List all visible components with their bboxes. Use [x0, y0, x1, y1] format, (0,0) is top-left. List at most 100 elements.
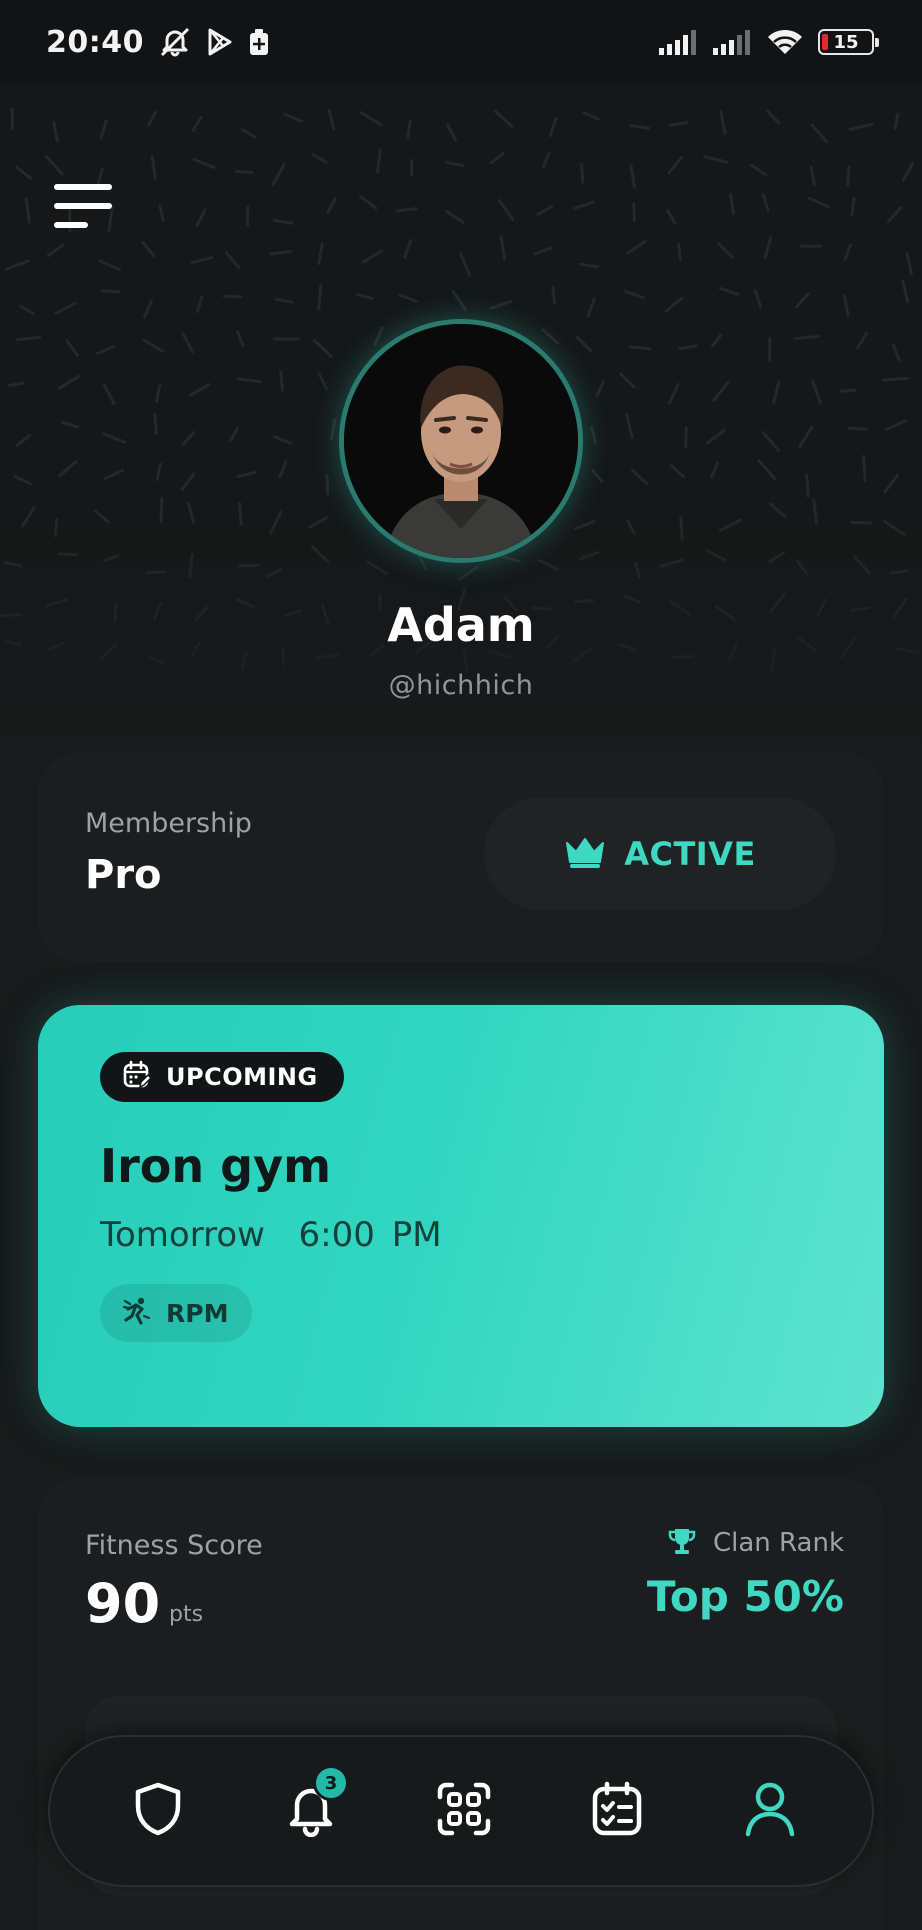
- pattern-dash: [551, 285, 557, 305]
- pattern-dash: [398, 293, 418, 303]
- pattern-dash: [269, 250, 293, 256]
- pattern-dash: [141, 241, 156, 258]
- pattern-dash: [278, 460, 288, 479]
- menu-icon-line: [54, 184, 112, 190]
- pattern-dash: [158, 204, 165, 222]
- fitness-score-label: Fitness Score: [85, 1530, 263, 1561]
- pattern-dash: [150, 154, 157, 181]
- pattern-dash: [809, 165, 816, 187]
- membership-status-button[interactable]: ACTIVE: [484, 798, 836, 910]
- nav-item-shield[interactable]: [126, 1779, 190, 1843]
- pattern-dash: [629, 164, 636, 189]
- pattern-dash: [703, 155, 729, 164]
- pattern-dash: [273, 218, 294, 225]
- pattern-dash: [541, 151, 551, 169]
- pattern-dash: [493, 109, 514, 129]
- pattern-dash: [499, 235, 507, 261]
- pattern-dash: [684, 426, 688, 448]
- pattern-dash: [591, 468, 604, 483]
- status-bar: 20:40 15: [0, 0, 922, 84]
- pattern-dash: [395, 207, 418, 213]
- pattern-dash: [666, 209, 677, 225]
- pattern-dash: [669, 464, 686, 479]
- pattern-dash: [677, 242, 683, 262]
- bottom-navigation: 3: [48, 1735, 874, 1887]
- pattern-dash: [65, 339, 79, 357]
- pattern-dash: [146, 110, 157, 127]
- pattern-dash: [355, 293, 374, 301]
- pattern-dash: [52, 120, 59, 143]
- clan-rank-label-row: Clan Rank: [667, 1526, 844, 1560]
- pattern-dash: [729, 192, 735, 216]
- pattern-dash: [236, 330, 245, 348]
- pattern-dash: [361, 249, 384, 264]
- pattern-dash: [95, 344, 116, 355]
- nav-item-scan[interactable]: [432, 1779, 496, 1843]
- wifi-icon: [766, 28, 804, 56]
- pattern-dash: [13, 475, 33, 486]
- pattern-dash: [180, 472, 196, 491]
- pattern-dash: [317, 372, 328, 391]
- pattern-dash: [706, 428, 726, 445]
- avatar[interactable]: [339, 319, 583, 563]
- pattern-dash: [325, 474, 330, 496]
- clan-rank-value: Top 50%: [646, 1572, 844, 1621]
- status-time: 20:40: [46, 24, 144, 60]
- shield-icon: [132, 1781, 184, 1841]
- pattern-dash: [19, 304, 35, 315]
- upcoming-badge-label: UPCOMING: [166, 1063, 318, 1091]
- pattern-dash: [236, 470, 257, 479]
- pattern-dash: [668, 382, 680, 405]
- upcoming-session-card[interactable]: UPCOMING Iron gym Tomorrow 6:00 PM RPM: [38, 1005, 884, 1427]
- pattern-dash: [843, 243, 853, 261]
- event-class-label: RPM: [166, 1298, 229, 1328]
- pattern-dash: [317, 283, 323, 311]
- pattern-dash: [406, 119, 412, 140]
- calendar-edit-icon: [122, 1060, 153, 1094]
- pattern-dash: [846, 165, 851, 187]
- status-right: 15: [658, 28, 879, 56]
- pattern-dash: [283, 112, 304, 123]
- profile-icon: [742, 1780, 798, 1842]
- pattern-dash: [489, 299, 513, 310]
- nav-item-notifications[interactable]: 3: [279, 1765, 349, 1843]
- event-class-tag: RPM: [100, 1284, 253, 1342]
- pattern-dash: [533, 246, 553, 256]
- mute-alarm-icon: [158, 27, 192, 57]
- pattern-dash: [856, 332, 868, 350]
- pattern-dash: [459, 252, 471, 277]
- pattern-dash: [317, 242, 324, 265]
- pattern-dash: [772, 380, 781, 405]
- pattern-dash: [848, 122, 874, 131]
- pattern-dash: [629, 124, 651, 130]
- pattern-dash: [861, 454, 867, 482]
- event-time: Tomorrow 6:00 PM: [100, 1215, 442, 1255]
- battery-icon: 15: [818, 29, 879, 55]
- pattern-dash: [753, 289, 763, 309]
- menu-button[interactable]: [54, 184, 114, 228]
- pattern-dash: [7, 381, 25, 387]
- qr-scan-icon: [436, 1781, 492, 1841]
- nav-item-tasks[interactable]: [585, 1779, 649, 1843]
- pattern-dash: [191, 115, 203, 132]
- pattern-dash: [595, 380, 605, 398]
- pattern-dash: [274, 297, 294, 304]
- pattern-dash: [444, 209, 465, 224]
- pattern-dash: [222, 294, 243, 299]
- pattern-dash: [195, 208, 207, 228]
- pattern-dash: [181, 431, 196, 446]
- pattern-dash: [54, 301, 77, 315]
- profile-name: Adam: [387, 598, 535, 652]
- fitness-score-unit: pts: [169, 1602, 204, 1627]
- nav-item-profile[interactable]: [738, 1779, 802, 1843]
- pattern-dash: [451, 289, 467, 312]
- pattern-dash: [807, 196, 831, 209]
- pattern-dash: [810, 123, 828, 144]
- pattern-dash: [667, 155, 684, 175]
- pattern-dash: [224, 251, 241, 270]
- pattern-dash: [102, 432, 127, 444]
- pattern-dash: [893, 112, 900, 130]
- pattern-dash: [798, 425, 814, 449]
- battery-saver-icon: [248, 27, 270, 57]
- battery-level: 15: [833, 31, 859, 53]
